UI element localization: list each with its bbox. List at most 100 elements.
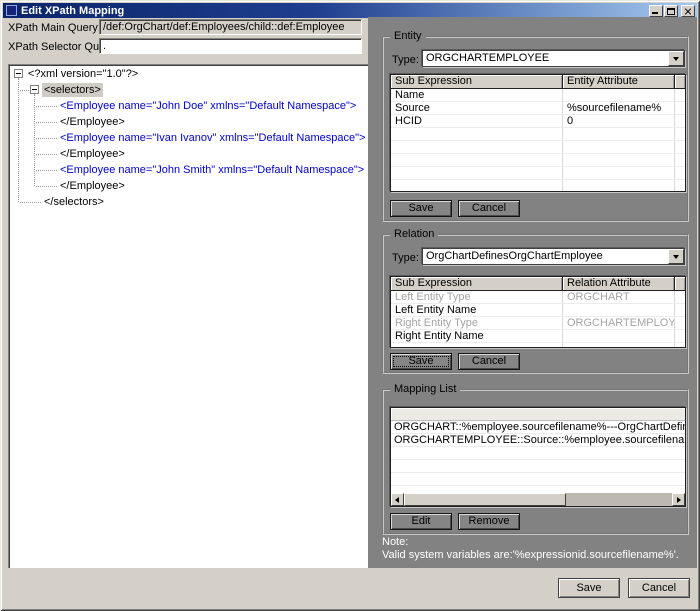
cell-sub-expression: Right Entity Name (391, 330, 563, 342)
table-row-empty (391, 141, 685, 154)
table-row[interactable]: Left Entity Name (391, 304, 685, 317)
cell-entity-attribute: 0 (563, 115, 675, 127)
table-row[interactable]: Right Entity Name (391, 330, 685, 343)
save-button[interactable]: Save (558, 578, 620, 598)
horizontal-scrollbar[interactable] (391, 493, 685, 506)
cell-sub-expression: Right Entity Type (391, 317, 563, 329)
cell-sub-expression: Source (391, 102, 563, 114)
relation-type-dropdown-button[interactable] (668, 249, 684, 264)
cell-sub-expression: Left Entity Type (391, 291, 563, 303)
table-header-stub (675, 277, 685, 290)
cell-relation-attribute (563, 304, 675, 316)
entity-table-header: Sub Expression Entity Attribute (391, 75, 685, 89)
entity-group-label: Entity (390, 30, 426, 43)
window-title: Edit XPath Mapping (21, 5, 124, 17)
tree-guide (36, 170, 57, 171)
chevron-down-icon (673, 255, 679, 259)
entity-type-dropdown-button[interactable] (668, 51, 684, 66)
tree-row: </Employee> (9, 179, 373, 193)
table-row[interactable]: Source %sourcefilename% (391, 102, 685, 115)
minimize-button[interactable] (649, 5, 663, 17)
scroll-left-icon (395, 497, 399, 503)
relation-save-button[interactable]: Save (390, 353, 452, 370)
note-block: Note: Valid system variables are:'%expre… (382, 536, 679, 562)
entity-cancel-button[interactable]: Cancel (458, 200, 520, 217)
tree-node-employee-close[interactable]: </Employee> (58, 179, 127, 193)
scroll-right-button[interactable] (672, 493, 685, 506)
scroll-left-button[interactable] (391, 493, 404, 506)
relation-type-combobox[interactable]: OrgChartDefinesOrgChartEmployee (422, 248, 685, 265)
xpath-selector-query-input[interactable] (99, 38, 362, 54)
xml-tree-view[interactable]: <?xml version="1.0"?> <selectors> <Emplo… (8, 64, 374, 570)
note-text: Valid system variables are:'%expressioni… (382, 549, 679, 562)
tree-node-employee-close[interactable]: </Employee> (58, 115, 127, 129)
column-header-sub-expression[interactable]: Sub Expression (391, 75, 563, 88)
column-header-relation-attribute[interactable]: Relation Attribute (563, 277, 675, 290)
list-item-empty (391, 447, 685, 460)
tree-row: <Employee name="John Doe" xmlns="Default… (9, 99, 373, 113)
cell-relation-attribute: ORGCHARTEMPLOYEE (563, 317, 675, 329)
entity-type-combobox[interactable]: ORGCHARTEMPLOYEE (422, 50, 685, 67)
tree-row: </Employee> (9, 147, 373, 161)
chevron-down-icon (673, 57, 679, 61)
table-row[interactable]: Name (391, 89, 685, 102)
list-item[interactable]: ORGCHART::%employee.sourcefilename%---Or… (391, 421, 685, 434)
mapping-list[interactable]: ORGCHART::%employee.sourcefilename%---Or… (390, 407, 686, 507)
close-button[interactable] (681, 5, 695, 17)
list-item[interactable]: ORGCHARTEMPLOYEE::Source::%employee.sour… (391, 434, 685, 447)
cell-entity-attribute: %sourcefilename% (563, 102, 675, 114)
table-row: Left Entity Type ORGCHART (391, 291, 685, 304)
mapping-remove-button[interactable]: Remove (458, 513, 520, 530)
relation-attribute-table: Sub Expression Relation Attribute Left E… (390, 276, 686, 348)
edit-xpath-mapping-dialog: Edit XPath Mapping XPath Main Query: XPa… (0, 0, 700, 611)
tree-guide (20, 202, 41, 203)
relation-group: Relation Type: OrgChartDefinesOrgChartEm… (382, 234, 689, 374)
column-header-entity-attribute[interactable]: Entity Attribute (563, 75, 675, 88)
collapse-icon[interactable] (30, 85, 39, 94)
app-icon[interactable] (6, 5, 17, 16)
list-item-empty (391, 460, 685, 473)
tree-row: <Employee name="John Smith" xmlns="Defau… (9, 163, 373, 177)
tree-node-employee-open[interactable]: <Employee name="John Smith" xmlns="Defau… (58, 163, 366, 177)
table-row-empty (391, 343, 685, 348)
tree-node-employee-close[interactable]: </Employee> (58, 147, 127, 161)
tree-row: <selectors> (9, 83, 373, 97)
mapping-list-group: Mapping List ORGCHART::%employee.sourcef… (382, 389, 689, 535)
collapse-icon[interactable] (14, 69, 23, 78)
entity-group: Entity Type: ORGCHARTEMPLOYEE Sub Expres… (382, 36, 689, 222)
tree-node-employee-open[interactable]: <Employee name="Ivan Ivanov" xmlns="Defa… (58, 131, 367, 145)
cell-sub-expression: HCID (391, 115, 563, 127)
column-header-sub-expression[interactable]: Sub Expression (391, 277, 563, 290)
tree-node-selectors-open[interactable]: <selectors> (42, 83, 103, 97)
footer-bar: Save Cancel (3, 568, 697, 608)
tree-row: <Employee name="Ivan Ivanov" xmlns="Defa… (9, 131, 373, 145)
tree-guide (36, 154, 57, 155)
mapping-list-header (391, 408, 685, 421)
maximize-button[interactable] (664, 5, 678, 17)
cell-entity-attribute (563, 89, 675, 101)
relation-type-label: Type: (392, 252, 419, 264)
table-row: Right Entity Type ORGCHARTEMPLOYEE (391, 317, 685, 330)
table-header-stub (675, 75, 685, 88)
tree-guide (20, 90, 29, 91)
tree-node-selectors-close[interactable]: </selectors> (42, 195, 106, 209)
titlebar[interactable]: Edit XPath Mapping (3, 3, 697, 18)
relation-cancel-button[interactable]: Cancel (458, 353, 520, 370)
entity-save-button[interactable]: Save (390, 200, 452, 217)
window-controls (648, 5, 695, 17)
entity-type-value: ORGCHARTEMPLOYEE (426, 52, 549, 65)
table-row[interactable]: HCID 0 (391, 115, 685, 128)
cancel-button[interactable]: Cancel (628, 578, 690, 598)
mapping-list-group-label: Mapping List (390, 383, 460, 396)
xpath-main-query-label: XPath Main Query: (8, 22, 101, 34)
cell-sub-expression: Left Entity Name (391, 304, 563, 316)
xpath-main-query-input[interactable] (99, 19, 362, 35)
tree-node-xml-declaration[interactable]: <?xml version="1.0"?> (26, 67, 140, 81)
scrollbar-track[interactable] (566, 493, 672, 506)
cell-sub-expression: Name (391, 89, 563, 101)
tree-node-employee-open[interactable]: <Employee name="John Doe" xmlns="Default… (58, 99, 358, 113)
note-title: Note: (382, 536, 679, 549)
table-row-empty (391, 128, 685, 141)
mapping-edit-button[interactable]: Edit (390, 513, 452, 530)
scrollbar-thumb[interactable] (404, 493, 566, 506)
